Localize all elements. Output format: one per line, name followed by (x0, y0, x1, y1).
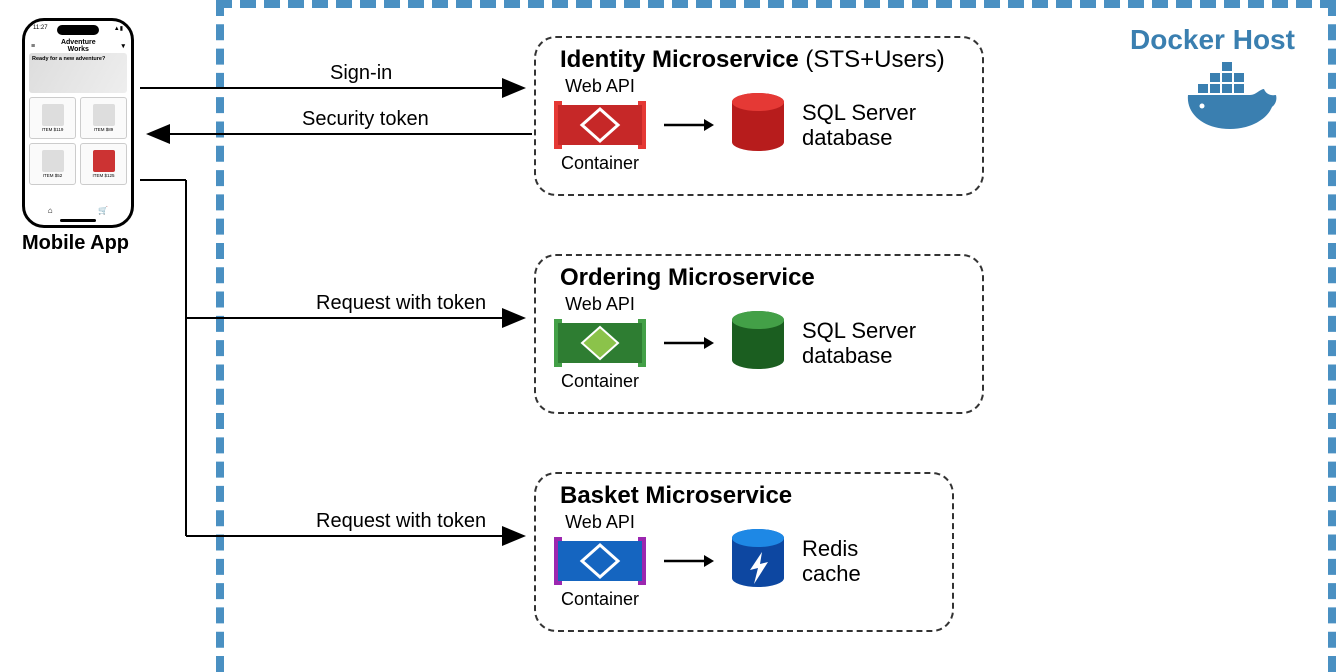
ordering-title: Ordering Microservice (560, 264, 966, 292)
token-label: Security token (302, 108, 429, 131)
web-api-label: Web API (565, 512, 635, 533)
arrow-icon (662, 116, 714, 134)
menu-icon: ≡ (31, 43, 35, 50)
container-icon (552, 317, 648, 369)
home-icon: ⌂ (48, 206, 53, 215)
container-icon (552, 99, 648, 151)
docker-host-title: Docker Host (1130, 24, 1295, 56)
container-icon (552, 535, 648, 587)
basket-title: Basket Microservice (560, 482, 936, 510)
container-label: Container (561, 371, 639, 392)
identity-storage-label: SQL Server database (802, 100, 932, 151)
identity-container: Web API Container (552, 76, 648, 174)
ordering-container: Web API Container (552, 294, 648, 392)
mobile-app-label: Mobile App (22, 232, 129, 255)
arrow-icon (662, 552, 714, 570)
phone-banner: Ready for a new adventure? (29, 53, 127, 93)
database-icon (728, 310, 788, 376)
identity-title: Identity Microservice (STS+Users) (560, 46, 966, 74)
redis-icon (728, 528, 788, 594)
container-label: Container (561, 589, 639, 610)
filter-icon: ▾ (121, 42, 125, 50)
basket-microservice-box: Basket Microservice Web API Container (534, 472, 954, 632)
phone-time: 11:27 (33, 25, 48, 32)
list-item: ITEM $119 (29, 97, 76, 139)
request-ordering-label: Request with token (316, 292, 486, 315)
ordering-microservice-box: Ordering Microservice Web API Container (534, 254, 984, 414)
database-icon (728, 92, 788, 158)
cart-icon: 🛒 (98, 206, 108, 215)
docker-icon (1180, 62, 1290, 132)
identity-microservice-box: Identity Microservice (STS+Users) Web AP… (534, 36, 984, 196)
web-api-label: Web API (565, 76, 635, 97)
ordering-storage-label: SQL Server database (802, 318, 932, 369)
phone-app-title: Adventure Works (61, 39, 96, 53)
phone-signal-icon: ▲▮ (114, 25, 123, 32)
request-basket-label: Request with token (316, 510, 486, 533)
phone-nav-bar: ⌂ 🛒 (25, 206, 131, 215)
basket-container: Web API Container (552, 512, 648, 610)
phone-home-indicator (60, 219, 96, 222)
phone-product-grid: ITEM $119 ITEM $89 ITEM $52 ITEM $125 (29, 97, 127, 185)
web-api-label: Web API (565, 294, 635, 315)
container-label: Container (561, 153, 639, 174)
phone-notch (57, 25, 99, 35)
list-item: ITEM $89 (80, 97, 127, 139)
list-item: ITEM $125 (80, 143, 127, 185)
arrow-icon (662, 334, 714, 352)
signin-label: Sign-in (330, 62, 392, 85)
diagram-canvas: Docker Host 11:27 ▲▮ ≡ Adventure Works ▾ (0, 0, 1340, 672)
phone-app-header: ≡ Adventure Works ▾ (25, 39, 131, 53)
mobile-phone: 11:27 ▲▮ ≡ Adventure Works ▾ Ready for a… (22, 18, 134, 228)
list-item: ITEM $52 (29, 143, 76, 185)
basket-storage-label: Redis cache (802, 536, 922, 587)
